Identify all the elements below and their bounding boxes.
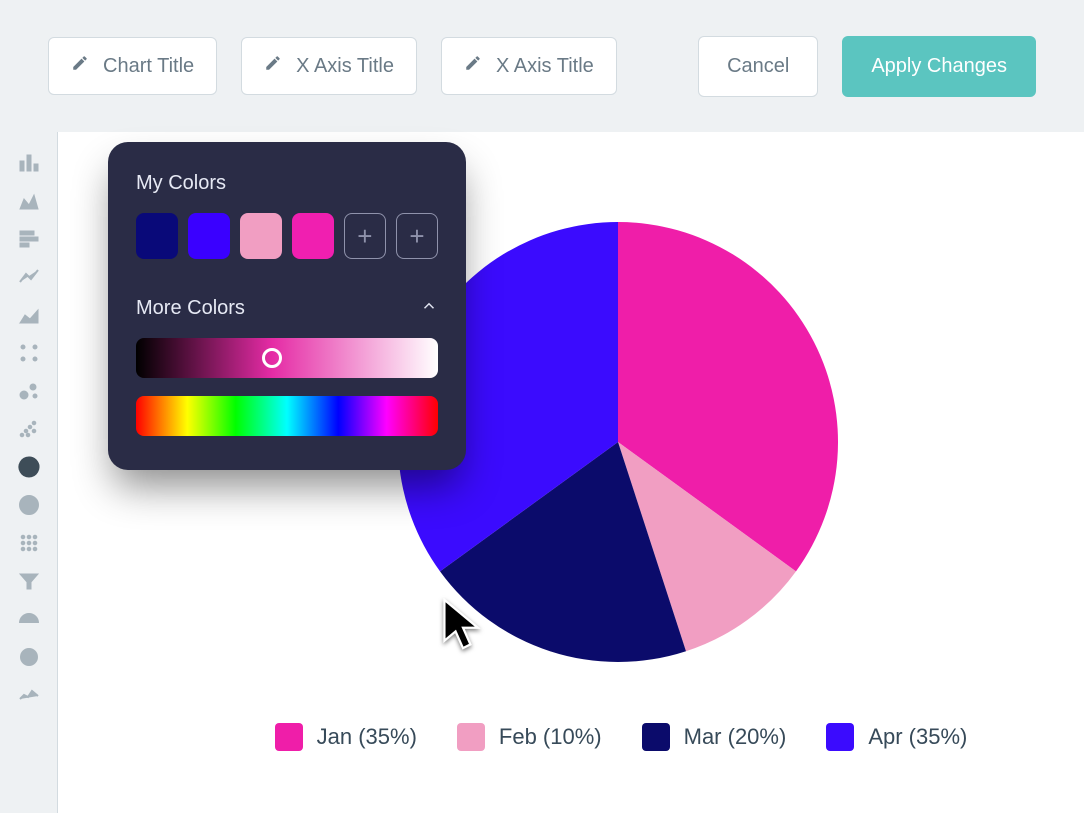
hue-slider[interactable] xyxy=(136,396,438,436)
my-colors-heading: My Colors xyxy=(136,172,438,195)
ring-icon[interactable] xyxy=(16,644,42,670)
color-picker-popover: My Colors ++ More Colors xyxy=(108,142,466,470)
legend-label: Jan (35%) xyxy=(317,724,417,750)
scatter-many-icon[interactable] xyxy=(16,416,42,442)
legend-label: Mar (20%) xyxy=(684,724,787,750)
bubble-icon[interactable] xyxy=(16,378,42,404)
add-color-button[interactable]: + xyxy=(396,213,438,259)
edit-x-axis-title-2[interactable]: X Axis Title xyxy=(441,37,617,95)
color-swatch[interactable] xyxy=(188,213,230,259)
pencil-icon xyxy=(464,54,482,78)
grid-icon[interactable] xyxy=(16,530,42,556)
legend-label: Apr (35%) xyxy=(868,724,967,750)
my-colors-swatches: ++ xyxy=(136,213,438,259)
bar-chart-icon[interactable] xyxy=(16,150,42,176)
sparkline-icon[interactable] xyxy=(16,682,42,708)
chevron-up-icon[interactable] xyxy=(420,297,438,320)
legend-swatch xyxy=(826,723,854,751)
color-swatch[interactable] xyxy=(136,213,178,259)
legend-swatch xyxy=(642,723,670,751)
more-colors-heading: More Colors xyxy=(136,297,245,320)
funnel-icon[interactable] xyxy=(16,568,42,594)
legend-item[interactable]: Feb (10%) xyxy=(457,723,602,751)
pencil-icon xyxy=(264,54,282,78)
chart-legend: Jan (35%) Feb (10%) Mar (20%) Apr (35%) xyxy=(198,723,1044,751)
edit-chart-title-label: Chart Title xyxy=(103,55,194,78)
donut-chart-icon[interactable] xyxy=(16,492,42,518)
chart-type-sidebar xyxy=(0,132,58,813)
gauge-icon[interactable] xyxy=(16,606,42,632)
pie-chart-icon[interactable] xyxy=(16,454,42,480)
legend-item[interactable]: Apr (35%) xyxy=(826,723,967,751)
legend-swatch xyxy=(275,723,303,751)
shade-slider[interactable] xyxy=(136,338,438,378)
edit-x-axis-label-1: X Axis Title xyxy=(296,55,394,78)
legend-item[interactable]: Jan (35%) xyxy=(275,723,417,751)
horizontal-bar-icon[interactable] xyxy=(16,226,42,252)
main-canvas: Jan (35%) Feb (10%) Mar (20%) Apr (35%) My … xyxy=(58,132,1084,813)
scatter-4-icon[interactable] xyxy=(16,340,42,366)
add-color-button[interactable]: + xyxy=(344,213,386,259)
legend-swatch xyxy=(457,723,485,751)
stacked-area-icon[interactable] xyxy=(16,302,42,328)
legend-label: Feb (10%) xyxy=(499,724,602,750)
cancel-button[interactable]: Cancel xyxy=(698,36,818,97)
pencil-icon xyxy=(71,54,89,78)
toolbar: Chart Title X Axis Title X Axis Title Ca… xyxy=(0,0,1084,132)
edit-chart-title[interactable]: Chart Title xyxy=(48,37,217,95)
color-swatch[interactable] xyxy=(240,213,282,259)
legend-item[interactable]: Mar (20%) xyxy=(642,723,787,751)
color-swatch[interactable] xyxy=(292,213,334,259)
app-root: Chart Title X Axis Title X Axis Title Ca… xyxy=(0,0,1084,813)
edit-x-axis-label-2: X Axis Title xyxy=(496,55,594,78)
edit-x-axis-title-1[interactable]: X Axis Title xyxy=(241,37,417,95)
area-chart-icon[interactable] xyxy=(16,188,42,214)
apply-changes-button[interactable]: Apply Changes xyxy=(842,36,1036,97)
shade-slider-thumb[interactable] xyxy=(262,348,282,368)
line-chart-icon[interactable] xyxy=(16,264,42,290)
